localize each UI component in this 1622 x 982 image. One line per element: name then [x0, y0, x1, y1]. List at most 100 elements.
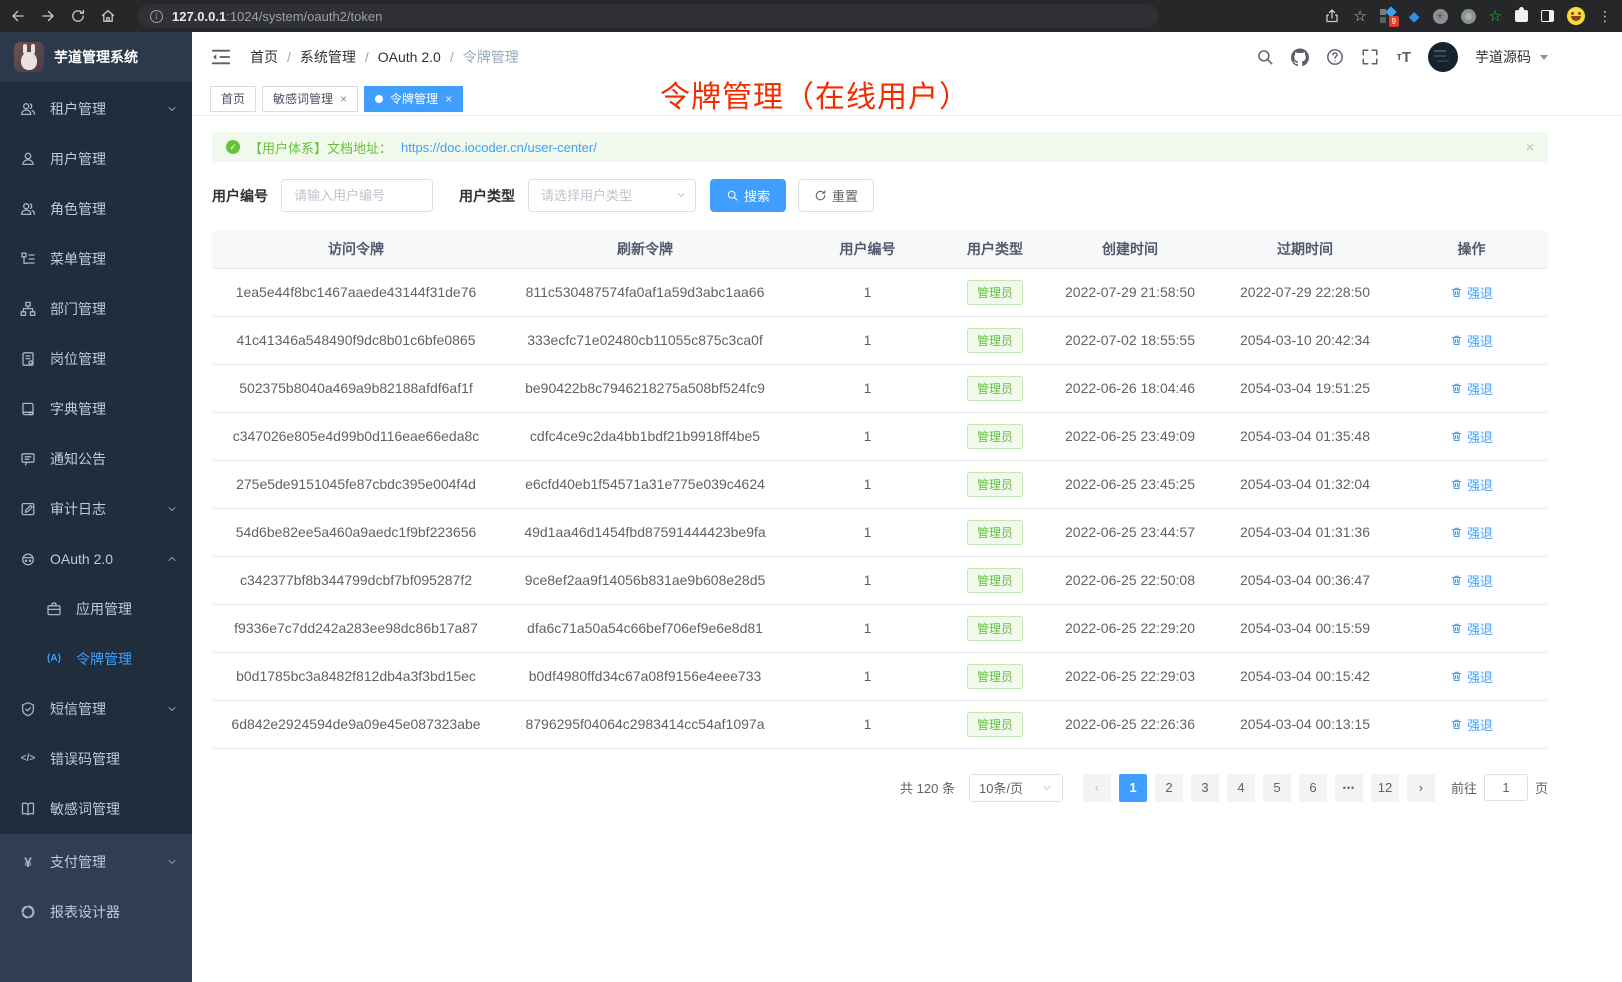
github-icon[interactable] [1291, 48, 1309, 66]
created-time-cell: 2022-07-02 18:55:55 [1045, 316, 1215, 364]
gem-extension-icon[interactable]: ◆ [1409, 8, 1420, 25]
help-icon[interactable] [1326, 48, 1344, 66]
sidebar-item-dept[interactable]: 部门管理 [0, 284, 192, 334]
sidebar-item-oauth-app[interactable]: 应用管理 [0, 584, 192, 634]
collapse-sidebar-icon[interactable] [210, 46, 232, 68]
page-button-3[interactable]: 3 [1191, 774, 1219, 802]
force-logout-button[interactable]: 强退 [1450, 571, 1493, 590]
prev-page-button[interactable]: ‹ [1083, 774, 1111, 802]
page-button-5[interactable]: 5 [1263, 774, 1291, 802]
force-logout-button[interactable]: 强退 [1450, 715, 1493, 734]
command-extension-icon[interactable]: ✳ [1433, 9, 1448, 24]
tab-token-manage[interactable]: 令牌管理 × [364, 86, 463, 112]
home-icon[interactable] [100, 8, 116, 24]
page-size-select[interactable]: 10条/页 [969, 774, 1063, 802]
expire-time-cell: 2054-03-04 19:51:25 [1215, 364, 1395, 412]
sidebar-item-audit-log[interactable]: 审计日志 [0, 484, 192, 534]
address-bar[interactable]: i 127.0.0.1:1024/system/oauth2/token [138, 4, 1158, 28]
goto-page-input[interactable] [1484, 774, 1528, 801]
search-button[interactable]: 搜索 [710, 179, 786, 212]
force-logout-button[interactable]: 强退 [1450, 619, 1493, 638]
sidebar-item-dict[interactable]: 字典管理 [0, 384, 192, 434]
tab-sensitive-word[interactable]: 敏感词管理 × [262, 86, 358, 112]
alert-close-icon[interactable]: × [1526, 139, 1534, 155]
sidebar-toggle-icon[interactable] [1541, 10, 1554, 22]
user-type-cell: 管理员 [945, 604, 1045, 652]
force-logout-button[interactable]: 强退 [1450, 283, 1493, 302]
trash-icon [1450, 526, 1463, 539]
user-type-label: 用户类型 [459, 186, 515, 206]
page-button-6[interactable]: 6 [1299, 774, 1327, 802]
url-text: 127.0.0.1:1024/system/oauth2/token [172, 9, 382, 24]
sidebar-item-role[interactable]: 角色管理 [0, 184, 192, 234]
total-count: 共 120 条 [900, 778, 955, 797]
profile-avatar-icon[interactable] [1567, 7, 1585, 25]
browser-menu-icon[interactable]: ⋮ [1598, 8, 1612, 25]
user-id-input[interactable] [281, 179, 433, 212]
page-button-1[interactable]: 1 [1119, 774, 1147, 802]
font-size-icon[interactable]: тT [1396, 48, 1411, 66]
app-logo[interactable]: 芋道管理系统 [0, 32, 192, 82]
force-logout-button[interactable]: 强退 [1450, 427, 1493, 446]
breadcrumb-current: 令牌管理 [463, 47, 519, 67]
user-menu-caret-icon[interactable] [1540, 55, 1548, 60]
close-tab-icon[interactable]: × [445, 92, 452, 106]
force-logout-button[interactable]: 强退 [1450, 379, 1493, 398]
breadcrumb-oauth[interactable]: OAuth 2.0 [378, 49, 441, 65]
close-tab-icon[interactable]: × [340, 92, 347, 106]
search-icon[interactable] [1256, 48, 1274, 66]
page-ellipsis[interactable]: ••• [1335, 774, 1363, 802]
breadcrumb-system[interactable]: 系统管理 [300, 47, 356, 67]
user-avatar[interactable] [1428, 42, 1458, 72]
record-extension-icon[interactable] [1461, 9, 1476, 24]
sidebar-item-report-designer[interactable]: 报表设计器 [0, 887, 192, 937]
sidebar-item-post[interactable]: 岗位管理 [0, 334, 192, 384]
force-logout-button[interactable]: 强退 [1450, 523, 1493, 542]
user-type-tag: 管理员 [967, 520, 1023, 545]
page-button-2[interactable]: 2 [1155, 774, 1183, 802]
username[interactable]: 芋道源码 [1475, 47, 1531, 67]
extensions-puzzle-icon[interactable] [1515, 10, 1528, 22]
fullscreen-icon[interactable] [1361, 48, 1379, 66]
actions-cell: 强退 [1395, 508, 1548, 556]
tab-home[interactable]: 首页 [210, 86, 256, 112]
sidebar-item-notice[interactable]: 通知公告 [0, 434, 192, 484]
reset-button[interactable]: 重置 [798, 179, 874, 212]
trash-icon [1450, 430, 1463, 443]
next-page-button[interactable]: › [1407, 774, 1435, 802]
sidebar-item-sms[interactable]: 短信管理 [0, 684, 192, 734]
sidebar-item-error-code[interactable]: </> 错误码管理 [0, 734, 192, 784]
user-id-cell: 1 [790, 556, 945, 604]
refresh-token-cell: dfa6c71a50a54c66bef706ef9e6e8d81 [500, 604, 790, 652]
access-token-cell: 54d6be82ee5a460a9aedc1f9bf223656 [212, 508, 500, 556]
sidebar-item-oauth[interactable]: OAuth 2.0 [0, 534, 192, 584]
user-icon [20, 151, 36, 167]
page-button-12[interactable]: 12 [1371, 774, 1399, 802]
breadcrumb-home[interactable]: 首页 [250, 47, 278, 67]
user-type-select[interactable] [528, 179, 696, 212]
share-icon[interactable] [1324, 8, 1340, 24]
user-type-select-input[interactable] [528, 179, 696, 212]
expire-time-cell: 2054-03-10 20:42:34 [1215, 316, 1395, 364]
force-logout-button[interactable]: 强退 [1450, 475, 1493, 494]
sidebar-item-menu[interactable]: 菜单管理 [0, 234, 192, 284]
user-type-cell: 管理员 [945, 412, 1045, 460]
back-icon[interactable] [10, 8, 26, 24]
bookmark-star-icon[interactable]: ☆ [1353, 7, 1366, 25]
page-button-4[interactable]: 4 [1227, 774, 1255, 802]
force-logout-button[interactable]: 强退 [1450, 331, 1493, 350]
user-type-tag: 管理员 [967, 424, 1023, 449]
extension-badge-icon[interactable]: 9 [1380, 8, 1396, 24]
green-star-extension-icon[interactable]: ☆ [1489, 7, 1502, 25]
created-time-cell: 2022-06-25 22:29:20 [1045, 604, 1215, 652]
sidebar-item-oauth-token[interactable]: (A) 令牌管理 [0, 634, 192, 684]
force-logout-button[interactable]: 强退 [1450, 667, 1493, 686]
sidebar-item-user[interactable]: 用户管理 [0, 134, 192, 184]
forward-icon[interactable] [40, 8, 56, 24]
sidebar-item-sensitive-word[interactable]: 敏感词管理 [0, 784, 192, 834]
reload-icon[interactable] [70, 8, 86, 24]
sidebar-item-pay[interactable]: ¥ 支付管理 [0, 837, 192, 887]
doc-link[interactable]: https://doc.iocoder.cn/user-center/ [401, 140, 597, 155]
sidebar-item-tenant[interactable]: 租户管理 [0, 84, 192, 134]
site-info-icon[interactable]: i [150, 10, 163, 23]
